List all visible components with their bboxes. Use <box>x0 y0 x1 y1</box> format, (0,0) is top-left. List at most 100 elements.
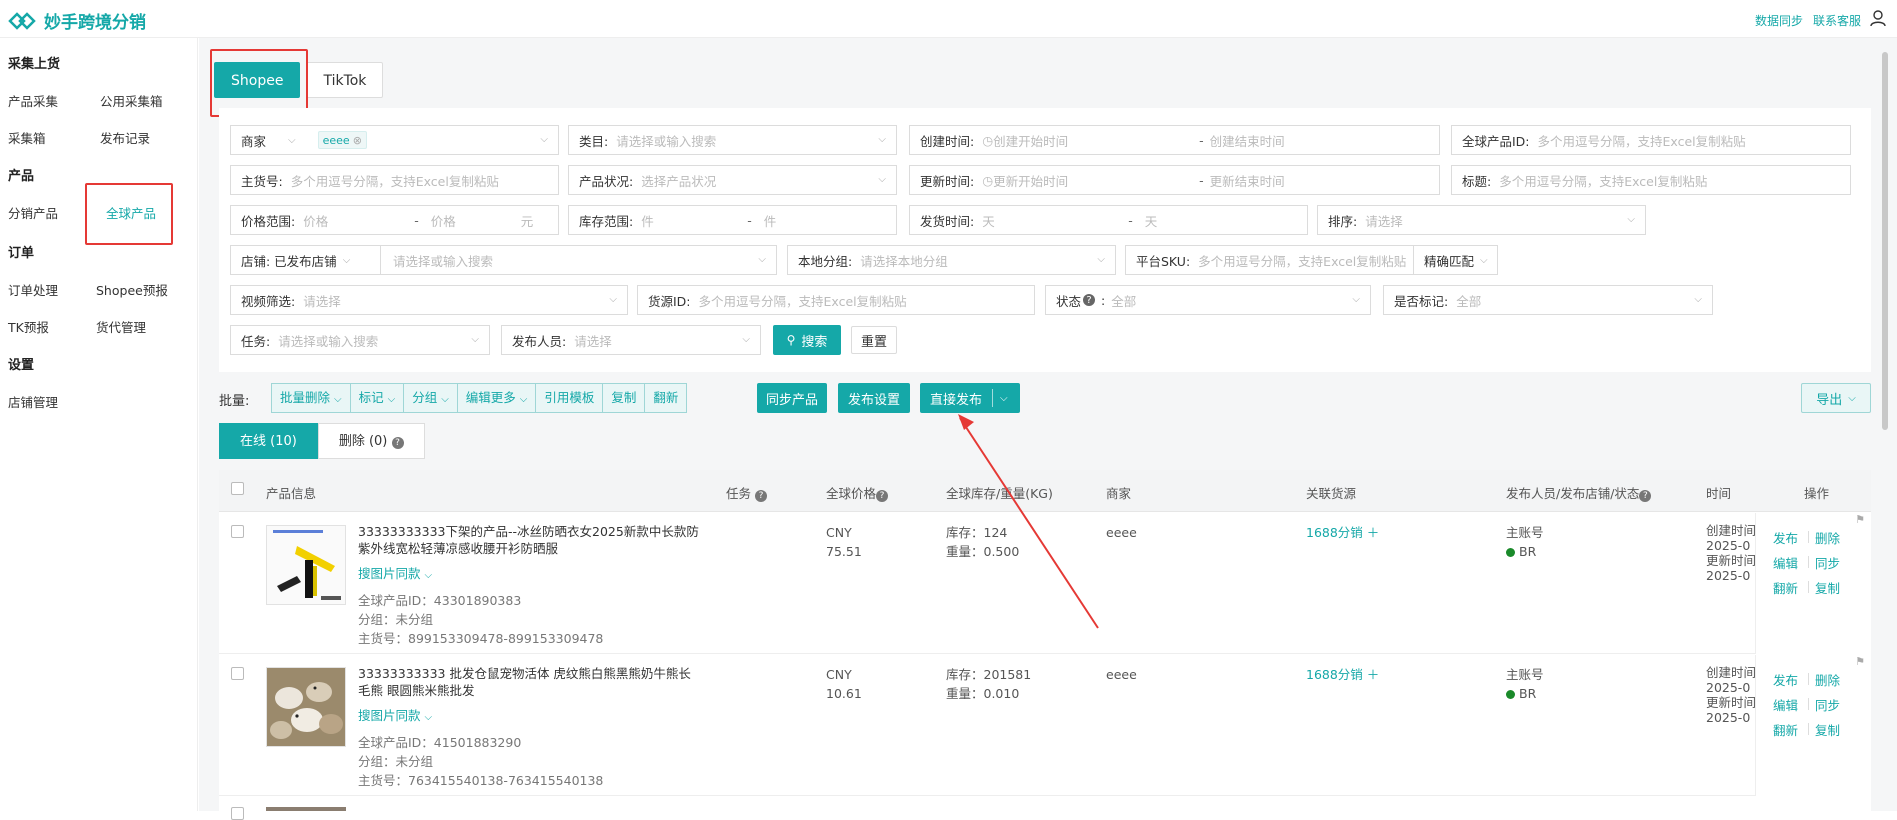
col-actions: 操作 <box>1803 486 1829 501</box>
refresh-button[interactable]: 翻新 <box>1773 578 1798 597</box>
product-thumbnail[interactable] <box>266 667 346 747</box>
chevron-down-icon: ⌵ <box>758 254 766 265</box>
help-icon[interactable]: ? <box>1083 294 1096 306</box>
flag-icon[interactable]: ⚑ <box>1855 655 1865 668</box>
filter-panel: 商家 ⌵ eeee ⊗ ⌵ 类目: 请选择或输入搜索 ⌵ 创建时间: ◷ 创建开始时间 - 创… <box>219 108 1871 372</box>
sort-select[interactable]: 排序: 请选择 ⌵ <box>1317 205 1646 235</box>
source-link[interactable]: 1688分销 ＋ <box>1306 523 1379 542</box>
batch-apply-template-button[interactable]: 引用模板 <box>536 384 604 412</box>
chevron-down-icon: ⌵ <box>878 174 886 185</box>
category-select[interactable]: 类目: 请选择或输入搜索 ⌵ <box>568 125 897 155</box>
app-name: 妙手跨境分销 <box>44 13 146 33</box>
batch-edit-more-button[interactable]: 编辑更多 ⌵ <box>458 384 537 412</box>
sidebar-item-public-box[interactable]: 公用采集箱 <box>100 91 163 110</box>
shop-scope-select[interactable]: 店铺: 已发布店铺 ⌵ <box>231 246 381 274</box>
contact-support-link[interactable]: 联系客服 <box>1813 12 1861 29</box>
edit-button[interactable]: 编辑 <box>1773 553 1798 572</box>
publisher-select[interactable]: 发布人员: 请选择 ⌵ <box>501 325 761 355</box>
sync-products-button[interactable]: 同步产品 <box>757 383 827 413</box>
tab-online[interactable]: 在线 (10) <box>219 423 318 459</box>
page-scrollbar[interactable] <box>1882 52 1888 430</box>
plus-icon[interactable]: ＋ <box>1367 667 1380 682</box>
task-select[interactable]: 任务: 请选择或输入搜索 ⌵ <box>230 325 490 355</box>
row-checkbox[interactable] <box>231 525 244 538</box>
tab-deleted[interactable]: 删除 (0) ? <box>317 423 425 459</box>
sidebar-item-order-processing[interactable]: 订单处理 <box>8 280 58 299</box>
updated-time-range[interactable]: 更新时间: ◷ 更新开始时间 - 更新结束时间 <box>909 165 1440 195</box>
app-logo[interactable]: 妙手跨境分销 <box>8 8 146 33</box>
time-cell: 创建时间 2025-0 更新时间 2025-0 <box>1706 523 1755 583</box>
sync-button[interactable]: 同步 <box>1815 553 1840 572</box>
publisher-cell: 主账号 BR <box>1506 525 1544 559</box>
chevron-down-icon: ⌵ <box>1627 214 1635 225</box>
search-same-image-link[interactable]: 搜图片同款 ⌵ <box>358 563 432 582</box>
price-range[interactable]: 价格范围: 价格 - 价格元 <box>230 205 559 235</box>
sidebar-item-shop-management[interactable]: 店铺管理 <box>8 392 58 411</box>
sidebar-section-settings: 设置 <box>8 358 35 373</box>
ship-time-range[interactable]: 发货时间: 天 - 天 <box>909 205 1308 235</box>
sidebar-item-product-collect[interactable]: 产品采集 <box>8 91 58 110</box>
search-same-image-link[interactable]: 搜图片同款 ⌵ <box>358 705 432 724</box>
stock-range[interactable]: 库存范围: 件 - 件 <box>568 205 897 235</box>
delete-button[interactable]: 删除 <box>1815 670 1840 689</box>
tag-close-icon[interactable]: ⊗ <box>353 134 362 147</box>
video-filter-select[interactable]: 视频筛选: 请选择 ⌵ <box>230 285 628 315</box>
sync-button[interactable]: 同步 <box>1815 695 1840 714</box>
edit-button[interactable]: 编辑 <box>1773 695 1798 714</box>
sidebar-item-collect-box[interactable]: 采集箱 <box>8 128 46 147</box>
export-button[interactable]: 导出 ⌵ <box>1801 383 1871 413</box>
sidebar-item-distribution-products[interactable]: 分销产品 <box>8 203 58 222</box>
delete-button[interactable]: 删除 <box>1815 528 1840 547</box>
clock-icon: ◷ <box>982 132 994 148</box>
help-icon: ? <box>1639 490 1652 502</box>
search-button[interactable]: ⚲ 搜索 <box>773 325 841 355</box>
exact-match-select[interactable]: 精确匹配 ⌵ <box>1413 246 1497 274</box>
batch-group-button[interactable]: 分组 ⌵ <box>404 384 458 412</box>
platform-sku-input[interactable]: 平台SKU: 多个用逗号分隔，支持Excel复制粘贴 精确匹配 ⌵ <box>1125 245 1498 275</box>
source-id-input[interactable]: 货源ID: 多个用逗号分隔，支持Excel复制粘贴 <box>637 285 1035 315</box>
product-status-select[interactable]: 产品状况: 选择产品状况 ⌵ <box>568 165 897 195</box>
batch-mark-button[interactable]: 标记 ⌵ <box>351 384 405 412</box>
created-time-range[interactable]: 创建时间: ◷ 创建开始时间 - 创建结束时间 <box>909 125 1440 155</box>
product-group: 分组：未分组 <box>358 612 434 627</box>
tab-tiktok[interactable]: TikTok <box>306 62 384 98</box>
state-select[interactable]: 状态?: 全部 ⌵ <box>1045 285 1371 315</box>
help-icon: ? <box>755 490 767 502</box>
sidebar-item-forwarder[interactable]: 货代管理 <box>96 317 146 336</box>
row-checkbox[interactable] <box>231 807 244 820</box>
reset-button[interactable]: 重置 <box>851 326 897 354</box>
batch-copy-button[interactable]: 复制 <box>603 384 646 412</box>
flag-select[interactable]: 是否标记: 全部 ⌵ <box>1383 285 1713 315</box>
user-icon[interactable] <box>1869 9 1887 27</box>
title-input[interactable]: 标题: 多个用逗号分隔，支持Excel复制粘贴 <box>1451 165 1851 195</box>
plus-icon[interactable]: ＋ <box>1367 525 1380 540</box>
chevron-down-icon: ⌵ <box>387 394 396 405</box>
publish-button[interactable]: 发布 <box>1773 528 1798 547</box>
product-thumbnail[interactable] <box>266 807 346 811</box>
batch-refresh-button[interactable]: 翻新 <box>645 384 686 412</box>
status-dot-icon <box>1506 690 1515 699</box>
data-sync-link[interactable]: 数据同步 <box>1755 12 1803 29</box>
col-source: 关联货源 <box>1306 486 1357 501</box>
global-product-id-input[interactable]: 全球产品ID: 多个用逗号分隔，支持Excel复制粘贴 <box>1451 125 1851 155</box>
local-group-select[interactable]: 本地分组: 请选择本地分组 ⌵ <box>787 245 1116 275</box>
product-thumbnail[interactable] <box>266 525 346 605</box>
sidebar-item-publish-records[interactable]: 发布记录 <box>100 128 150 147</box>
row-checkbox[interactable] <box>231 667 244 680</box>
source-link[interactable]: 1688分销 ＋ <box>1306 665 1379 684</box>
batch-delete-button[interactable]: 批量删除 ⌵ <box>272 384 351 412</box>
main-sku-input[interactable]: 主货号: 多个用逗号分隔，支持Excel复制粘贴 <box>230 165 559 195</box>
sidebar-item-tk-forecast[interactable]: TK预报 <box>8 317 49 336</box>
copy-button[interactable]: 复制 <box>1815 720 1840 739</box>
publish-settings-button[interactable]: 发布设置 <box>838 383 910 413</box>
merchant-select[interactable]: 商家 ⌵ eeee ⊗ ⌵ <box>230 125 559 155</box>
flag-icon[interactable]: ⚑ <box>1855 513 1865 526</box>
refresh-button[interactable]: 翻新 <box>1773 720 1798 739</box>
select-all-checkbox[interactable] <box>231 482 244 495</box>
product-name[interactable]: 33333333333下架的产品--冰丝防晒衣女2025新款中长款防紫外线宽松轻… <box>358 523 703 557</box>
shop-select[interactable]: 店铺: 已发布店铺 ⌵ 请选择或输入搜索 ⌵ <box>230 245 777 275</box>
product-name[interactable]: 33333333333 批发仓鼠宠物活体 虎纹熊白熊黑熊奶牛熊长毛熊 眼圆熊米熊… <box>358 665 703 699</box>
sidebar-item-shopee-forecast[interactable]: Shopee预报 <box>96 280 168 299</box>
publish-button[interactable]: 发布 <box>1773 670 1798 689</box>
copy-button[interactable]: 复制 <box>1815 578 1840 597</box>
